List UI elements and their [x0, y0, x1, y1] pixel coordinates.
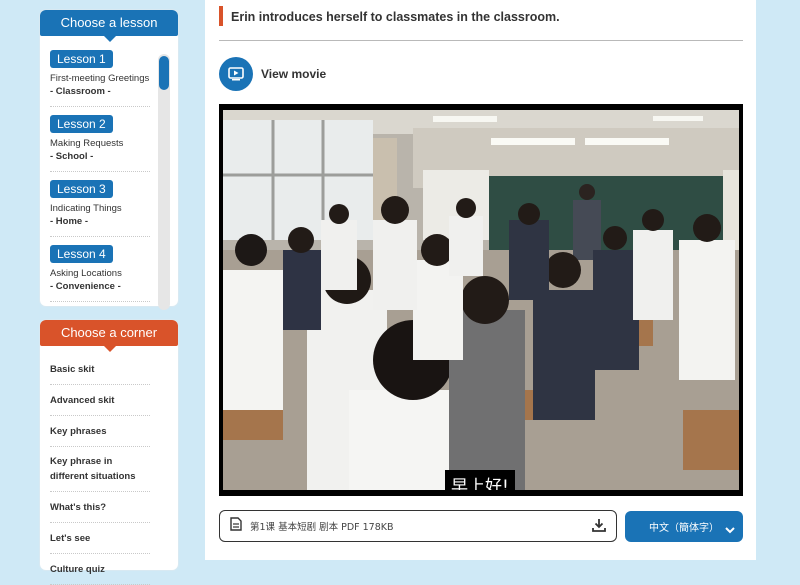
lesson-panel: Choose a lesson Lesson 1 First-meeting G…: [40, 10, 178, 310]
corner-item-culture-quiz[interactable]: Culture quiz: [50, 554, 150, 585]
chevron-down-icon: [725, 521, 735, 539]
language-label: 中文（簡体字）: [649, 523, 719, 534]
lesson-badge: Lesson 4: [50, 245, 113, 263]
lesson-subtitle: - Home -: [50, 216, 88, 227]
lesson-badge: Lesson 3: [50, 180, 113, 198]
corner-panel-title: Choose a corner: [40, 320, 178, 352]
download-label: 第1课 基本短剧 剧本 PDF 178KB: [250, 522, 394, 533]
video-frame[interactable]: 早上好!: [223, 110, 739, 490]
corner-item-key-phrase-situations[interactable]: Key phrase in different situations: [50, 447, 150, 492]
lesson-subtitle: - School -: [50, 151, 94, 162]
lesson-scrollbar[interactable]: [158, 54, 170, 310]
lesson-badge: Lesson 2: [50, 115, 113, 133]
classroom-scene-image: [223, 110, 739, 490]
corner-list: Basic skit Advanced skit Key phrases Key…: [50, 354, 150, 585]
view-movie-button[interactable]: View movie: [219, 56, 326, 92]
lesson-item-2[interactable]: Lesson 2 Making Requests - School -: [50, 115, 150, 172]
corner-item-key-phrases[interactable]: Key phrases: [50, 416, 150, 447]
lesson-subtitle: - Classroom -: [50, 86, 111, 97]
view-movie-label: View movie: [261, 67, 327, 81]
main-content: Erin introduces herself to classmates in…: [205, 0, 756, 560]
lesson-title: First-meeting Greetings: [50, 73, 150, 84]
corner-panel: Choose a corner Basic skit Advanced skit…: [40, 320, 178, 585]
lesson-item-1[interactable]: Lesson 1 First-meeting Greetings - Class…: [50, 50, 150, 107]
lesson-item-3[interactable]: Lesson 3 Indicating Things - Home -: [50, 180, 150, 237]
script-download-button[interactable]: 第1课 基本短剧 剧本 PDF 178KB: [219, 510, 617, 542]
download-icon: [592, 518, 606, 537]
scene-header: Erin introduces herself to classmates in…: [219, 6, 743, 41]
video-player[interactable]: 早上好!: [219, 104, 743, 496]
video-subtitle: 早上好!: [445, 470, 515, 490]
lesson-title: Asking Locations: [50, 268, 122, 279]
lesson-subtitle: - Convenience -: [50, 281, 121, 292]
lesson-item-4[interactable]: Lesson 4 Asking Locations - Convenience …: [50, 245, 150, 302]
movie-icon: [219, 57, 253, 91]
language-select[interactable]: 中文（簡体字）: [625, 511, 743, 542]
lesson-title: Indicating Things: [50, 203, 122, 214]
corner-item-basic-skit[interactable]: Basic skit: [50, 354, 150, 385]
corner-item-lets-see[interactable]: Let's see: [50, 523, 150, 554]
lesson-badge: Lesson 1: [50, 50, 113, 68]
corner-item-whats-this[interactable]: What's this?: [50, 492, 150, 523]
lesson-panel-title: Choose a lesson: [40, 10, 178, 42]
scene-title: Erin introduces herself to classmates in…: [231, 10, 560, 24]
lesson-title: Making Requests: [50, 138, 124, 149]
document-icon: [230, 516, 242, 536]
lesson-list: Lesson 1 First-meeting Greetings - Class…: [50, 50, 150, 310]
corner-item-advanced-skit[interactable]: Advanced skit: [50, 385, 150, 416]
scrollbar-thumb[interactable]: [159, 56, 169, 90]
accent-bar: [219, 6, 223, 26]
